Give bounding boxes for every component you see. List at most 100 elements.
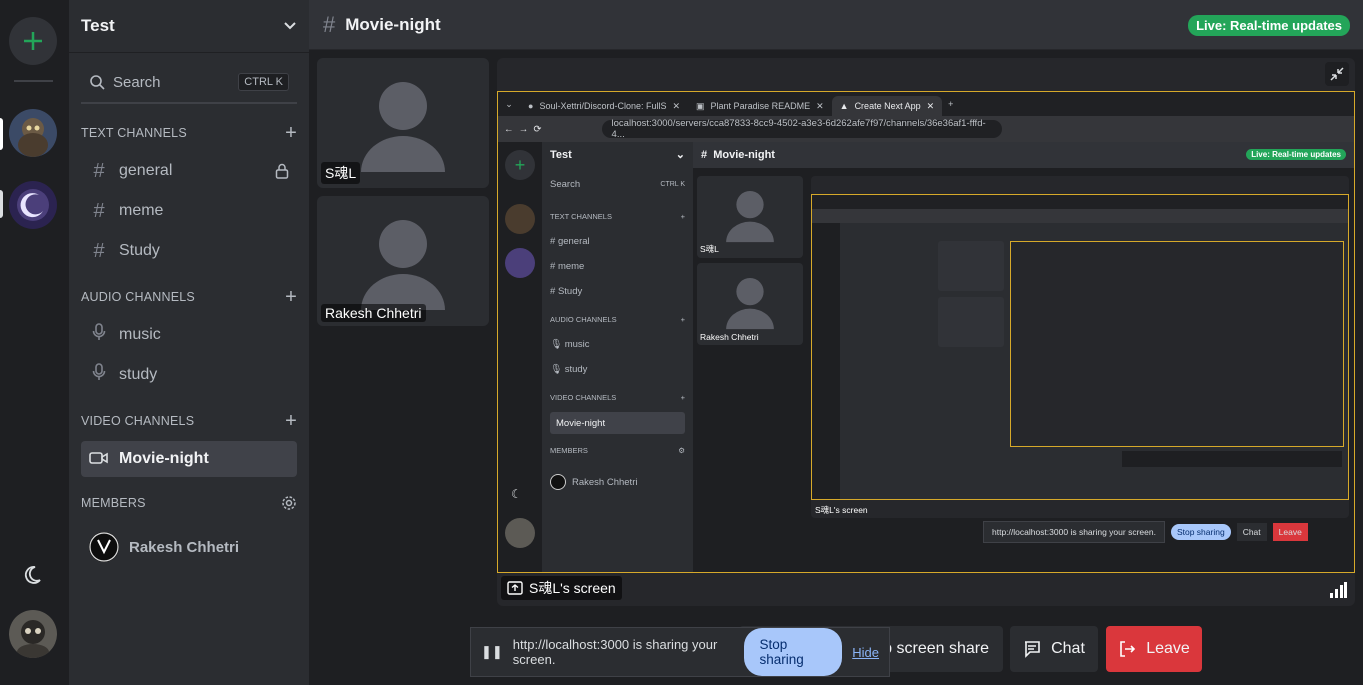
rail-divider — [14, 80, 53, 82]
live-badge: Live: Real-time updates — [1188, 15, 1350, 36]
gear-icon[interactable] — [281, 495, 297, 511]
close-icon: ✕ — [672, 100, 681, 111]
browser-address-bar: ← → ⟳ localhost:3000/servers/cca87833-8c… — [498, 116, 1354, 142]
github-icon: ● — [528, 101, 534, 111]
plus-icon — [24, 32, 42, 50]
hide-notice-link[interactable]: Hide — [852, 645, 879, 660]
channel-header: # Movie-night Live: Real-time updates — [309, 0, 1363, 50]
members-header: MEMBERS — [81, 495, 297, 511]
section-label: VIDEO CHANNELS + — [550, 393, 685, 402]
tab-label: Plant Paradise README — [710, 101, 811, 111]
add-channel-icon[interactable]: + — [285, 287, 297, 307]
channel-label: Movie-night — [550, 412, 685, 434]
search-button[interactable]: Search CTRL K — [81, 62, 297, 104]
screen-share-tile[interactable]: ⌄ ● Soul-Xettri/Discord-Clone: FullS ✕ ▣ Pl… — [497, 58, 1355, 606]
participant-tile[interactable]: S魂L — [317, 58, 489, 188]
theme-toggle-icon[interactable] — [20, 563, 44, 587]
section-label: VIDEO CHANNELS — [81, 414, 195, 428]
app-root: Test Search CTRL K TEXT CHANNELS + # gen… — [0, 0, 1363, 685]
browser-tab: ▲ Create Next App ✕ — [831, 96, 943, 116]
server-header[interactable]: Test — [69, 0, 309, 53]
lock-icon — [275, 163, 289, 179]
channel-label: 🎙 study — [550, 364, 588, 375]
server-indicator — [0, 190, 3, 218]
theme-toggle-icon: ☾ — [511, 487, 522, 501]
hash-icon: # — [323, 11, 336, 37]
add-channel-icon[interactable]: + — [285, 123, 297, 143]
text-channels-header: TEXT CHANNELS + — [81, 123, 297, 143]
page-icon: ▣ — [696, 100, 705, 111]
search-shortcut: CTRL K — [238, 73, 289, 91]
channel-movie-night[interactable]: Movie-night — [81, 441, 297, 477]
add-channel-icon[interactable]: + — [285, 411, 297, 431]
server-icon-owl[interactable] — [9, 109, 57, 157]
nested-sidebar: Test ⌄ Search CTRL K TEXT CHANNELS + # gene… — [542, 142, 693, 572]
nested-controls: http://localhost:3000 is sharing your sc… — [983, 520, 1335, 544]
server-icon-moon — [505, 248, 535, 278]
channel-meme[interactable]: # meme — [81, 193, 297, 229]
hash-icon: # — [93, 199, 105, 222]
channel-label: Movie-night — [119, 450, 209, 467]
nested-participant-tile: S魂L — [697, 176, 803, 258]
next-icon: ▲ — [839, 101, 849, 111]
tab-label: Soul-Xettri/Discord-Clone: FullS — [539, 101, 667, 111]
chat-icon — [1025, 641, 1040, 658]
minimize-button[interactable] — [1325, 62, 1349, 86]
add-server-button[interactable] — [9, 17, 57, 65]
channel-label: meme — [119, 202, 164, 219]
pause-icon: ❚❚ — [481, 644, 503, 659]
nav-arrows-icon: ← → ⟳ — [504, 123, 542, 135]
user-avatar[interactable] — [9, 610, 57, 658]
close-icon: ✕ — [816, 100, 824, 111]
channel-general[interactable]: # general — [81, 153, 297, 189]
shared-screen-content: ⌄ ● Soul-Xettri/Discord-Clone: FullS ✕ ▣ Pl… — [497, 91, 1355, 573]
section-label: TEXT CHANNELS + — [550, 212, 685, 221]
video-stage: S魂L Rakesh Chhetri ⌄ ● Soul-Xettri/Discor… — [309, 50, 1363, 615]
server-icon-owl — [505, 204, 535, 234]
share-notice-text: http://localhost:3000 is sharing your sc… — [512, 637, 718, 667]
channel-label: music — [119, 326, 161, 343]
section-label: MEMBERS ⚙ — [550, 446, 685, 455]
channel-label: # Study — [550, 286, 583, 297]
channel-study-audio[interactable]: study — [81, 357, 297, 393]
section-label: MEMBERS — [81, 496, 146, 510]
hash-icon: # — [93, 159, 105, 182]
video-camera-icon — [89, 448, 109, 471]
server-name: Test — [81, 16, 115, 35]
channel-sidebar: Test Search CTRL K TEXT CHANNELS + # gen… — [69, 0, 309, 685]
user-placeholder-icon — [361, 82, 445, 172]
member-name: Rakesh Chhetri — [129, 538, 240, 556]
channel-study[interactable]: # Study — [81, 233, 297, 269]
nested-main: # Movie-night Live: Real-time updates S魂L… — [693, 142, 1354, 572]
channel-title: Movie-night — [345, 14, 441, 34]
close-icon: ✕ — [926, 100, 935, 111]
member-avatar — [89, 532, 119, 562]
video-channels-header: VIDEO CHANNELS + — [81, 411, 297, 431]
channel-label: general — [119, 162, 173, 179]
search-label: Search CTRL K — [550, 179, 685, 190]
channel-label: Study — [119, 242, 160, 259]
stop-sharing-button[interactable]: Stop sharing — [743, 628, 843, 676]
connection-quality-icon — [1330, 582, 1347, 598]
user-placeholder-icon — [361, 220, 445, 310]
search-label: Search — [113, 73, 161, 91]
collapse-icon — [1330, 67, 1344, 81]
microphone-icon — [89, 323, 109, 347]
screen-share-icon — [507, 581, 523, 595]
leave-button[interactable]: Leave — [1106, 626, 1202, 672]
member-item[interactable]: Rakesh Chhetri — [89, 532, 239, 562]
channel-label: # meme — [550, 261, 585, 272]
channel-music[interactable]: music — [81, 317, 297, 353]
participant-tile[interactable]: Rakesh Chhetri — [317, 196, 489, 326]
chat-button[interactable]: Chat — [1010, 626, 1098, 672]
browser-tab: ● Soul-Xettri/Discord-Clone: FullS ✕ — [520, 96, 688, 116]
chevron-down-icon — [284, 22, 296, 30]
nested-rail: + ☾ — [498, 142, 542, 572]
nested-header: # Movie-night Live: Real-time updates — [693, 142, 1354, 168]
browser-tabs: ⌄ ● Soul-Xettri/Discord-Clone: FullS ✕ ▣ Pl… — [498, 92, 1354, 116]
server-icon-moon[interactable] — [9, 181, 57, 229]
member-name: Rakesh Chhetri — [550, 474, 685, 490]
nested-screen-label: S魂L's screen — [815, 505, 868, 515]
screen-share-notification: ❚❚ http://localhost:3000 is sharing your… — [470, 627, 890, 677]
tab-menu-icon: ⌄ — [505, 98, 513, 109]
